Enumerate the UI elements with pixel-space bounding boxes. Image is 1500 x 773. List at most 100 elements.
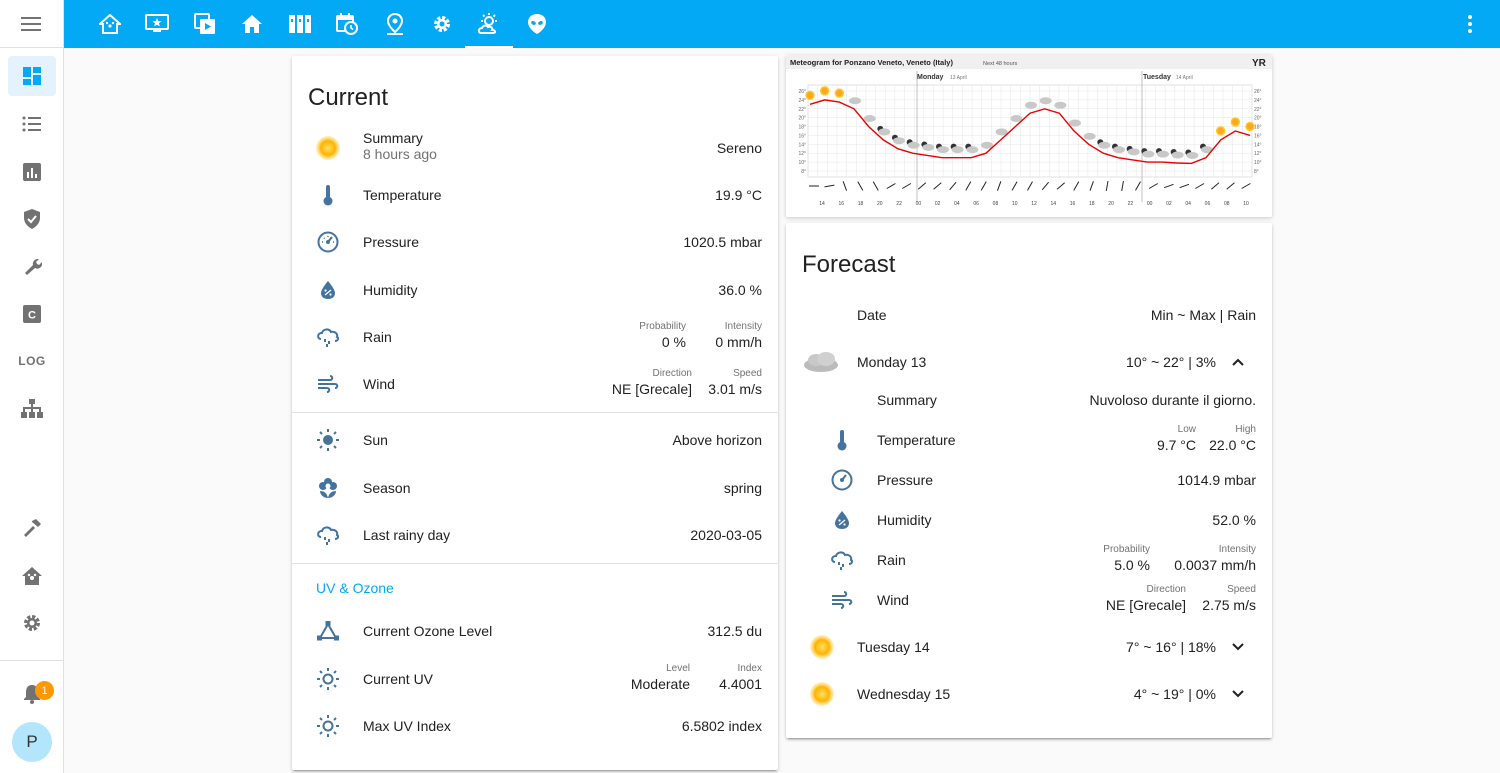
- cloud-symbol: [1039, 97, 1052, 105]
- summary-row[interactable]: Summary 8 hours ago Sereno: [292, 126, 778, 170]
- cloud-symbol: [1142, 150, 1155, 158]
- expand-button[interactable]: [1226, 682, 1250, 706]
- y-tick-label: 14°: [798, 142, 806, 148]
- forecast-humidity-label: Humidity: [877, 512, 932, 528]
- shield-check-icon: [24, 209, 40, 229]
- tab-monitor[interactable]: [133, 0, 181, 48]
- sidebar-item-supervisor[interactable]: [8, 556, 56, 596]
- forecast-day-row[interactable]: Tuesday 14 7° ~ 16° | 18%: [786, 625, 1272, 669]
- sidebar-item-network[interactable]: [8, 389, 56, 429]
- x-tick-label: 02: [935, 201, 941, 207]
- tab-map[interactable]: [371, 0, 419, 48]
- uv-index: Index 4.4001: [719, 663, 762, 693]
- forecast-day-name: Monday 13: [857, 354, 927, 370]
- avatar[interactable]: P: [12, 722, 52, 762]
- summary-label: Summary: [363, 130, 423, 146]
- cloud-symbol: [966, 146, 979, 154]
- ozone-row[interactable]: Current Ozone Level 312.5 du: [292, 609, 778, 653]
- tab-home-assistant[interactable]: [86, 0, 134, 48]
- sidebar-item-logbook[interactable]: [8, 104, 56, 144]
- rain-row[interactable]: Rain Probability 0 % Intensity 0 mm/h: [292, 315, 778, 359]
- wind-row[interactable]: Wind Direction NE [Grecale] Speed 3.01 m/s: [292, 362, 778, 406]
- cloud-symbol: [1069, 119, 1081, 127]
- x-tick-label: 06: [973, 201, 979, 207]
- forecast-title: Forecast: [802, 251, 896, 278]
- cloud-symbol: [878, 128, 891, 136]
- forecast-day-values: 10° ~ 22° | 3%: [1126, 354, 1216, 370]
- sidebar-item-security[interactable]: [8, 199, 56, 239]
- tab-bookshelf[interactable]: [276, 0, 324, 48]
- y-tick-label-right: 10°: [1254, 160, 1262, 166]
- c-box-icon: C: [23, 305, 41, 323]
- tab-media[interactable]: [181, 0, 229, 48]
- sun-row[interactable]: Sun Above horizon: [292, 418, 778, 462]
- x-tick-label: 14: [1050, 201, 1056, 207]
- y-tick-label-right: 26°: [1254, 89, 1262, 95]
- collapse-button[interactable]: [1226, 350, 1250, 374]
- sun-symbol: [1230, 117, 1241, 127]
- forecast-temp-high-value: 22.0 °C: [1209, 437, 1256, 453]
- sidebar-item-settings[interactable]: [8, 603, 56, 643]
- dots-vertical-icon: [1468, 15, 1472, 33]
- y-tick-label: 24°: [798, 98, 806, 104]
- overflow-menu-button[interactable]: [1450, 0, 1490, 48]
- forecast-day-row[interactable]: Wednesday 15 4° ~ 19° | 0%: [786, 672, 1272, 716]
- divider: [292, 412, 778, 413]
- sidebar-item-log[interactable]: LOG: [8, 341, 56, 381]
- home-assistant-icon: [99, 14, 121, 34]
- forecast-rain-probability: Probability 5.0 %: [1103, 544, 1150, 574]
- chevron-down-icon: [1232, 690, 1244, 698]
- x-tick-label: 10: [1243, 201, 1249, 207]
- forecast-summary-value: Nuvoloso durante il giorno.: [1089, 392, 1256, 408]
- forecast-pressure-value: 1014.9 mbar: [1177, 472, 1256, 488]
- max-uv-value: 6.5802 index: [681, 718, 762, 734]
- svg-text:C: C: [28, 310, 36, 322]
- max-uv-row[interactable]: Max UV Index 6.5802 index: [292, 704, 778, 748]
- sun-icon: [810, 682, 834, 706]
- forecast-temperature-label: Temperature: [877, 432, 956, 448]
- season-row[interactable]: Season spring: [292, 466, 778, 510]
- uv-index-key: Index: [737, 663, 762, 674]
- cloud-symbol: [1127, 148, 1140, 156]
- tab-weather[interactable]: [465, 0, 513, 48]
- temperature-row[interactable]: Temperature 19.9 °C: [292, 173, 778, 217]
- menu-button[interactable]: [0, 0, 63, 48]
- forecast-temp-low: Low 9.7 °C: [1157, 424, 1196, 454]
- forecast-wind-speed-value: 2.75 m/s: [1202, 597, 1256, 613]
- gear-icon: [24, 615, 40, 631]
- forecast-card: Forecast Date Min ~ Max | Rain Monday 13…: [786, 223, 1272, 738]
- sidebar-item-tools[interactable]: [8, 246, 56, 286]
- current-uv-row[interactable]: Current UV Level Moderate Index 4.4001: [292, 657, 778, 701]
- temperature-label: Temperature: [363, 187, 442, 203]
- rain-probability-key: Probability: [639, 321, 686, 332]
- sidebar-item-configurator[interactable]: C: [8, 294, 56, 334]
- current-title: Current: [308, 84, 389, 111]
- cloud-symbol: [907, 141, 920, 149]
- sun-outline-icon: [316, 667, 340, 691]
- sidebar-item-overview[interactable]: [8, 56, 56, 96]
- uv-level: Level Moderate: [631, 663, 690, 693]
- sun-icon: [316, 136, 340, 160]
- cloud-symbol: [1157, 150, 1169, 158]
- sidebar-item-history[interactable]: [8, 152, 56, 192]
- forecast-day-row[interactable]: Monday 13 10° ~ 22° | 3%: [786, 340, 1272, 384]
- last-rainy-day-row[interactable]: Last rainy day 2020-03-05: [292, 513, 778, 557]
- alien-icon: [528, 14, 546, 34]
- expand-button[interactable]: [1226, 635, 1250, 659]
- uv-index-value: 4.4001: [719, 676, 762, 692]
- sidebar-item-developer-tools[interactable]: [8, 508, 56, 548]
- pressure-row[interactable]: Pressure 1020.5 mbar: [292, 220, 778, 264]
- tab-home[interactable]: [228, 0, 276, 48]
- humidity-row[interactable]: Humidity 36.0 %: [292, 268, 778, 312]
- meteogram-subtitle: Next 48 hours: [983, 61, 1017, 67]
- sun-icon: [810, 635, 834, 659]
- forecast-temp-low-key: Low: [1177, 424, 1196, 435]
- x-tick-label: 06: [1205, 201, 1211, 207]
- meteogram-card[interactable]: Meteogram for Ponzano Veneto, Veneto (It…: [786, 55, 1272, 217]
- tab-settings[interactable]: [418, 0, 466, 48]
- notification-badge: 1: [35, 681, 54, 700]
- x-tick-label: 20: [1108, 201, 1114, 207]
- tab-calendar[interactable]: [323, 0, 371, 48]
- tab-alien[interactable]: [513, 0, 561, 48]
- hammer-icon: [24, 519, 41, 537]
